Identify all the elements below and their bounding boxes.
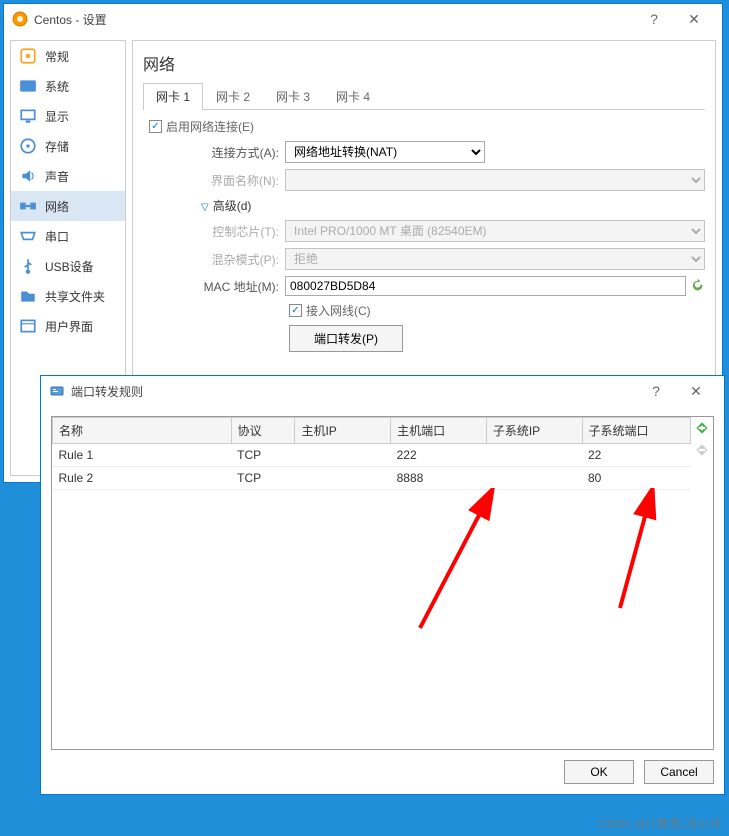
sidebar-item-label: 声音 <box>45 168 69 185</box>
tab-adapter-3[interactable]: 网卡 3 <box>263 83 323 109</box>
refresh-mac-icon[interactable] <box>690 278 705 294</box>
main-title: Centos - 设置 <box>34 11 634 28</box>
col-header[interactable]: 主机端口 <box>391 418 487 444</box>
tabs: 网卡 1网卡 2网卡 3网卡 4 <box>143 83 705 110</box>
cell-hostport[interactable]: 222 <box>391 444 487 467</box>
cell-guestip[interactable] <box>486 444 582 467</box>
sidebar-item-label: USB设备 <box>45 258 94 275</box>
cable-row: ✓ 接入网线(C) <box>289 302 705 319</box>
cell-guestip[interactable] <box>486 467 582 490</box>
help-button[interactable]: ? <box>634 11 674 27</box>
enable-network-checkbox[interactable]: ✓ <box>149 120 162 133</box>
sidebar-item-storage[interactable]: 存储 <box>11 131 125 161</box>
sidebar-item-general[interactable]: 常规 <box>11 41 125 71</box>
ifname-select[interactable] <box>285 169 705 191</box>
mix-select[interactable]: 拒绝 <box>285 248 705 270</box>
close-button[interactable]: ✕ <box>674 11 714 28</box>
enable-network-label: 启用网络连接(E) <box>166 118 254 135</box>
dialog-icon <box>49 383 65 399</box>
sidebar-item-serial[interactable]: 串口 <box>11 221 125 251</box>
watermark: CSDN @IT教育-汤小洋 <box>597 815 721 832</box>
mix-label: 混杂模式(P): <box>201 251 279 268</box>
port-forward-dialog: 端口转发规则 ? ✕ 名称协议主机IP主机端口子系统IP子系统端口 Rule 1… <box>40 375 725 795</box>
sidebar-item-label: 串口 <box>45 228 69 245</box>
cell-hostip[interactable] <box>295 444 391 467</box>
sidebar-item-label: 网络 <box>45 198 69 215</box>
cell-hostip[interactable] <box>295 467 391 490</box>
cancel-button[interactable]: Cancel <box>644 760 714 784</box>
cable-checkbox[interactable]: ✓ <box>289 304 302 317</box>
dialog-title: 端口转发规则 <box>71 383 636 400</box>
mac-input[interactable] <box>285 276 686 296</box>
col-header[interactable]: 子系统端口 <box>582 418 691 444</box>
col-header[interactable]: 名称 <box>53 418 232 444</box>
tab-adapter-4[interactable]: 网卡 4 <box>323 83 383 109</box>
dialog-titlebar: 端口转发规则 ? ✕ <box>41 376 724 406</box>
usb-icon <box>19 257 37 275</box>
dialog-close-button[interactable]: ✕ <box>676 383 716 400</box>
sidebar-item-shared[interactable]: 共享文件夹 <box>11 281 125 311</box>
sidebar-item-display[interactable]: 显示 <box>11 101 125 131</box>
sidebar-item-system[interactable]: 系统 <box>11 71 125 101</box>
main-titlebar: Centos - 设置 ? ✕ <box>4 4 722 34</box>
ok-button[interactable]: OK <box>564 760 634 784</box>
table-row[interactable]: Rule 2TCP 8888 80 <box>53 467 691 490</box>
cell-guestport[interactable]: 22 <box>582 444 691 467</box>
tab-adapter-1[interactable]: 网卡 1 <box>143 83 203 110</box>
connect-mode-label: 连接方式(A): <box>201 144 279 161</box>
rules-table-wrap: 名称协议主机IP主机端口子系统IP子系统端口 Rule 1TCP22222Rul… <box>51 416 714 750</box>
cell-guestport[interactable]: 80 <box>582 467 691 490</box>
table-row[interactable]: Rule 1TCP22222 <box>53 444 691 467</box>
sidebar-item-label: 用户界面 <box>45 318 93 335</box>
cell-hostport[interactable]: 8888 <box>391 467 487 490</box>
audio-icon <box>19 167 37 185</box>
sidebar-item-audio[interactable]: 声音 <box>11 161 125 191</box>
cell-name[interactable]: Rule 2 <box>53 467 232 490</box>
sidebar-item-label: 系统 <box>45 78 69 95</box>
chip-select[interactable]: Intel PRO/1000 MT 桌面 (82540EM) <box>285 220 705 242</box>
sidebar-item-label: 存储 <box>45 138 69 155</box>
sidebar-item-ui[interactable]: 用户界面 <box>11 311 125 341</box>
rules-table[interactable]: 名称协议主机IP主机端口子系统IP子系统端口 Rule 1TCP22222Rul… <box>52 417 691 490</box>
system-icon <box>19 77 37 95</box>
advanced-toggle[interactable]: ▽高级(d) <box>201 197 705 214</box>
sidebar-item-usb[interactable]: USB设备 <box>11 251 125 281</box>
app-icon <box>12 11 28 27</box>
serial-icon <box>19 227 37 245</box>
connect-mode-select[interactable]: 网络地址转换(NAT) <box>285 141 485 163</box>
enable-network-row: ✓ 启用网络连接(E) <box>149 118 705 135</box>
sidebar-item-label: 共享文件夹 <box>45 288 105 305</box>
page-title: 网络 <box>143 51 705 75</box>
ui-icon <box>19 317 37 335</box>
remove-rule-button[interactable] <box>693 441 711 459</box>
add-rule-button[interactable] <box>693 419 711 437</box>
shared-icon <box>19 287 37 305</box>
storage-icon <box>19 137 37 155</box>
chevron-down-icon: ▽ <box>201 202 209 213</box>
tab-adapter-2[interactable]: 网卡 2 <box>203 83 263 109</box>
sidebar-item-label: 常规 <box>45 48 69 65</box>
port-forward-button[interactable]: 端口转发(P) <box>289 325 403 352</box>
mac-label: MAC 地址(M): <box>201 278 279 295</box>
ifname-label: 界面名称(N): <box>201 172 279 189</box>
general-icon <box>19 47 37 65</box>
display-icon <box>19 107 37 125</box>
chip-label: 控制芯片(T): <box>201 223 279 240</box>
cell-proto[interactable]: TCP <box>231 444 295 467</box>
sidebar-item-label: 显示 <box>45 108 69 125</box>
cell-proto[interactable]: TCP <box>231 467 295 490</box>
col-header[interactable]: 主机IP <box>295 418 391 444</box>
col-header[interactable]: 协议 <box>231 418 295 444</box>
sidebar-item-network[interactable]: 网络 <box>11 191 125 221</box>
network-icon <box>19 197 37 215</box>
cable-label: 接入网线(C) <box>306 302 371 319</box>
dialog-help-button[interactable]: ? <box>636 383 676 399</box>
cell-name[interactable]: Rule 1 <box>53 444 232 467</box>
col-header[interactable]: 子系统IP <box>486 418 582 444</box>
